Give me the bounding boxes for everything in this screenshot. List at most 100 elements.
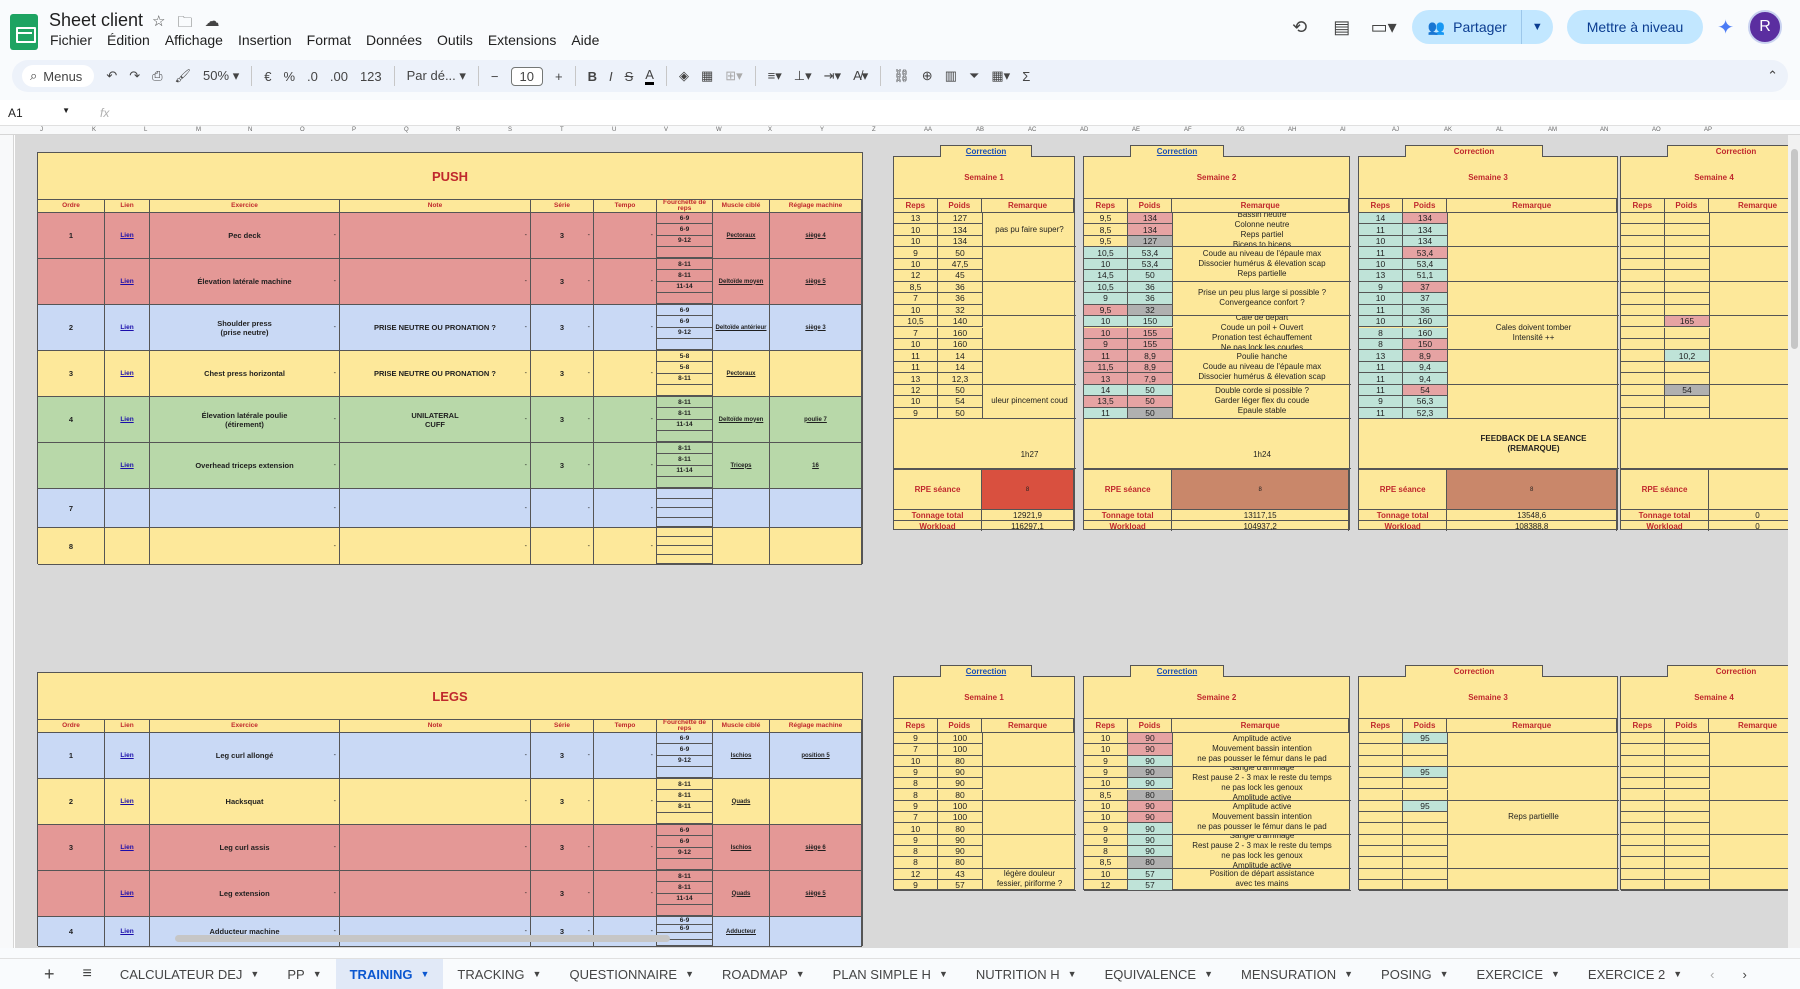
set-row[interactable] <box>1621 304 1710 317</box>
weight-cell[interactable] <box>1403 812 1448 824</box>
weight-cell[interactable] <box>1665 868 1710 880</box>
weight-cell[interactable] <box>1665 373 1710 385</box>
reps-cell[interactable] <box>1621 407 1665 420</box>
remark-cell[interactable]: Amplitude active Mouvement bassin intenti… <box>1173 801 1351 835</box>
weight-cell[interactable]: 14 <box>938 350 983 362</box>
weight-cell[interactable]: 54 <box>1403 384 1448 397</box>
set-row[interactable]: 11 53,4 <box>1359 247 1448 259</box>
set-row[interactable] <box>1621 407 1710 420</box>
reps-cell[interactable] <box>1621 800 1665 813</box>
set-row[interactable] <box>1621 857 1710 869</box>
scroll-tabs-left-icon[interactable]: ‹ <box>1696 959 1728 989</box>
tab-tracking[interactable]: TRACKING ▼ <box>443 959 555 989</box>
reps-cell[interactable] <box>1359 733 1403 745</box>
column-header[interactable]: T <box>560 127 564 133</box>
weight-cell[interactable] <box>1403 823 1448 835</box>
reps-cell[interactable] <box>1621 834 1665 846</box>
menu-item-affichage[interactable]: Affichage <box>165 32 223 48</box>
weight-cell[interactable]: 54 <box>1665 384 1710 397</box>
all-sheets-icon[interactable]: ≡ <box>69 959 106 989</box>
set-row[interactable] <box>1621 744 1710 756</box>
reps-cell[interactable] <box>1621 778 1665 790</box>
exercise-row[interactable]: 1 Lien Leg curl allongé - -3- -6-9 6-9 9-12 Isch… <box>38 733 862 779</box>
reps-cell[interactable]: 10 <box>894 258 938 271</box>
reps-cell[interactable]: 10 <box>894 224 938 236</box>
zoom-select[interactable]: 50% ▾ <box>203 68 239 84</box>
weight-cell[interactable] <box>1665 396 1710 408</box>
set-row[interactable]: 10 47,5 <box>894 258 983 271</box>
set-row[interactable] <box>1359 857 1448 869</box>
tab-menu-icon[interactable]: ▼ <box>420 969 429 979</box>
set-row[interactable]: 14 134 <box>1359 213 1448 225</box>
set-row[interactable]: 9 90 <box>894 766 983 779</box>
reps-cell[interactable] <box>1621 361 1665 374</box>
weight-cell[interactable]: 100 <box>938 733 983 745</box>
weight-cell[interactable]: 90 <box>938 778 983 790</box>
currency-button[interactable]: € <box>264 69 271 84</box>
column-header[interactable]: AP <box>1704 127 1712 133</box>
reps-cell[interactable]: 14,5 <box>1084 270 1128 282</box>
set-row[interactable] <box>1359 789 1448 801</box>
tab-menu-icon[interactable]: ▼ <box>533 969 542 979</box>
set-row[interactable] <box>1621 733 1710 745</box>
set-row[interactable]: 13 7,9 <box>1084 373 1173 385</box>
remark-cell[interactable] <box>1710 733 1800 767</box>
reps-cell[interactable]: 10 <box>1084 812 1128 824</box>
exercise-row[interactable]: Lien Élevation latérale machine - -3- -8-11 8… <box>38 259 862 305</box>
menu-item-aide[interactable]: Aide <box>571 32 599 48</box>
insert-chart-icon[interactable]: ▥ <box>945 68 957 84</box>
reps-cell[interactable] <box>1621 350 1665 362</box>
set-row[interactable]: 9 155 <box>1084 338 1173 351</box>
print-icon[interactable]: ⎙ <box>152 68 162 84</box>
column-header[interactable]: Z <box>872 127 876 133</box>
weight-cell[interactable]: 50 <box>938 247 983 259</box>
tab-menu-icon[interactable]: ▼ <box>1673 969 1682 979</box>
set-row[interactable]: 7 160 <box>894 327 983 339</box>
weight-cell[interactable] <box>1403 868 1448 880</box>
tab-calculateur-dej[interactable]: CALCULATEUR DEJ ▼ <box>106 959 273 989</box>
reps-cell[interactable] <box>1359 766 1403 779</box>
remark-cell[interactable]: Bassin neutre Colonne neutre Reps partiel B… <box>1173 213 1351 248</box>
set-row[interactable]: 10 53,4 <box>1359 258 1448 271</box>
weight-cell[interactable]: 134 <box>1403 224 1448 236</box>
reps-cell[interactable]: 8 <box>1359 338 1403 351</box>
reps-cell[interactable] <box>1359 800 1403 813</box>
weight-cell[interactable]: 90 <box>938 846 983 858</box>
rpe-value[interactable]: 8 <box>1447 470 1617 510</box>
reps-cell[interactable]: 14 <box>1359 213 1403 225</box>
tab-questionnaire[interactable]: QUESTIONNAIRE ▼ <box>555 959 708 989</box>
share-button[interactable]: 👥 Partager ▼ <box>1411 10 1553 44</box>
weight-cell[interactable]: 90 <box>938 834 983 846</box>
vertical-scrollbar[interactable] <box>1788 135 1800 948</box>
column-header[interactable]: AO <box>1652 127 1661 133</box>
set-row[interactable] <box>1621 281 1710 294</box>
link-cell[interactable]: Lien <box>105 733 150 778</box>
set-row[interactable]: 9 50 <box>894 247 983 259</box>
rpe-value[interactable]: 8 <box>1172 470 1349 510</box>
menu-item-édition[interactable]: Édition <box>107 32 150 48</box>
set-row[interactable]: 8,5 36 <box>894 281 983 294</box>
set-row[interactable] <box>1621 834 1710 846</box>
column-header[interactable]: X <box>768 127 772 133</box>
set-row[interactable]: 10 37 <box>1359 293 1448 305</box>
reps-cell[interactable] <box>1621 316 1665 328</box>
reps-cell[interactable] <box>1621 789 1665 801</box>
set-row[interactable] <box>1621 373 1710 385</box>
weight-cell[interactable]: 80 <box>938 823 983 835</box>
remark-cell[interactable] <box>1710 247 1800 282</box>
link-cell[interactable]: Lien <box>105 351 150 396</box>
reps-cell[interactable]: 8,5 <box>1084 789 1128 801</box>
column-header[interactable]: AN <box>1600 127 1608 133</box>
italic-icon[interactable]: I <box>609 69 613 84</box>
weight-cell[interactable]: 150 <box>1128 316 1173 328</box>
link-cell[interactable] <box>105 528 150 564</box>
weight-cell[interactable]: 43 <box>938 868 983 880</box>
column-header[interactable]: S <box>508 127 512 133</box>
weight-cell[interactable]: 53,4 <box>1128 258 1173 271</box>
merge-cells-icon[interactable]: ⊞▾ <box>725 68 742 84</box>
weight-cell[interactable]: 90 <box>1128 778 1173 790</box>
set-row[interactable]: 9 90 <box>1084 823 1173 835</box>
set-row[interactable]: 7 100 <box>894 744 983 756</box>
set-row[interactable]: 10 150 <box>1084 316 1173 328</box>
column-header[interactable]: O <box>300 127 305 133</box>
